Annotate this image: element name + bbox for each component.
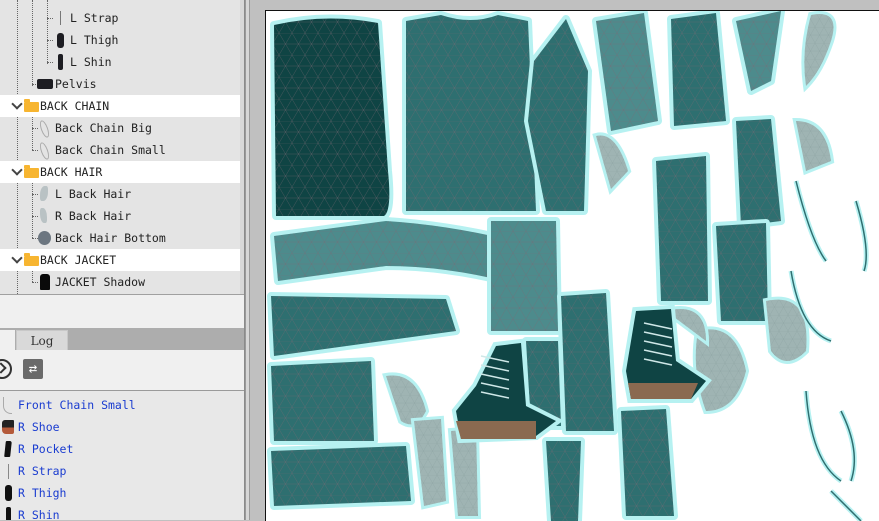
list-item-label: Front Chain Small: [18, 398, 136, 412]
pants-front-wireframe: [561, 293, 614, 431]
tab-parts[interactable]: [0, 330, 15, 350]
list-item-label: R Shin: [18, 508, 60, 520]
tree-folder-back-hair[interactable]: BACK HAIR: [0, 161, 244, 183]
folder-icon: [24, 165, 39, 178]
tree-folder-label: BACK HAIR: [40, 165, 103, 179]
tree-item-label: JACKET Shadow: [55, 275, 146, 289]
texture-viewport[interactable]: [250, 0, 879, 521]
cuff-piece-wireframe: [716, 223, 768, 321]
tab-log[interactable]: Log: [16, 330, 68, 351]
list-item-r-strap[interactable]: R Strap: [0, 460, 244, 482]
tree-item-back-hair-bottom[interactable]: Back Hair Bottom: [0, 227, 244, 249]
strip-bottom-wireframe: [546, 441, 581, 521]
pocket-flap-wireframe: [491, 221, 558, 331]
tree-item-l-thigh[interactable]: L Thigh: [0, 29, 244, 51]
swap-button[interactable]: ⇄: [23, 359, 43, 379]
hair-bottom-thumbnail-icon: [38, 231, 51, 245]
tree-item-label: Back Hair Bottom: [55, 231, 166, 245]
parts-list: Front Chain Small R Shoe R Pocket R Stra…: [0, 391, 244, 520]
tree-item-back-chain-big[interactable]: Back Chain Big: [0, 117, 244, 139]
tree-item-label: Back Chain Big: [55, 121, 152, 135]
folder-icon: [24, 253, 39, 266]
hair-thumbnail-icon: [40, 208, 47, 223]
swap-arrows-icon: ⇄: [28, 361, 38, 377]
shoe-left-sole: [456, 421, 536, 439]
tree-folder-label: BACK CHAIN: [40, 99, 110, 113]
left-panel: L Strap L Thigh L Shin Pelvis BACK CHAIN: [0, 0, 245, 520]
list-item-r-thigh[interactable]: R Thigh: [0, 482, 244, 504]
list-item-label: R Thigh: [18, 486, 67, 500]
list-item-label: R Pocket: [18, 442, 74, 456]
panel-tab-bar: Log: [0, 328, 244, 351]
folder-icon: [24, 99, 39, 112]
list-item-front-chain-small[interactable]: Front Chain Small: [0, 394, 244, 416]
play-circle-icon[interactable]: [0, 359, 12, 379]
tree-scrollbar[interactable]: [240, 0, 244, 294]
chain-thumbnail-icon: [38, 141, 51, 161]
tree-folder-back-jacket[interactable]: BACK JACKET: [0, 249, 244, 271]
texture-atlas-canvas[interactable]: [265, 10, 879, 521]
tree-item-l-shin[interactable]: L Shin: [0, 51, 244, 73]
chevron-down-icon[interactable]: [11, 98, 23, 110]
thigh-thumbnail-icon: [5, 485, 12, 501]
tree-item-label: L Back Hair: [55, 187, 132, 201]
chevron-down-icon[interactable]: [11, 164, 23, 176]
tree-item-label: R Back Hair: [55, 209, 132, 223]
list-item-label: R Shoe: [18, 420, 60, 434]
tree-item-r-back-hair[interactable]: R Back Hair: [0, 205, 244, 227]
tree-item-label: Pelvis: [55, 77, 97, 91]
tree-item-label: L Thigh: [70, 33, 119, 47]
tree-folder-label: BACK JACKET: [40, 253, 117, 267]
shin-thumbnail-icon: [6, 507, 11, 520]
chevron-down-icon[interactable]: [11, 252, 23, 264]
chain-curve-outline: [803, 390, 843, 484]
tree-item-back-chain-small[interactable]: Back Chain Small: [0, 139, 244, 161]
tree-item-pelvis[interactable]: Pelvis: [0, 73, 244, 95]
tree-folder-back-chain[interactable]: BACK CHAIN: [0, 95, 244, 117]
jacket-shadow-thumbnail-icon: [40, 274, 50, 290]
left-sleeve-wireframe: [656, 156, 708, 301]
chain-thumbnail-icon: [38, 119, 51, 139]
list-item-r-pocket[interactable]: R Pocket: [0, 438, 244, 460]
panel-spacer: [0, 295, 244, 328]
chain-curve: [830, 490, 862, 521]
list-item-r-shoe[interactable]: R Shoe: [0, 416, 244, 438]
tree-item-jacket-shadow[interactable]: JACKET Shadow: [0, 271, 244, 293]
bottom-panel-1-wireframe: [271, 361, 374, 441]
chain-thumbnail-icon: [3, 397, 12, 414]
strap-thumbnail-icon: [8, 464, 9, 479]
shoe-thumbnail-icon: [2, 420, 14, 434]
jacket-back-panel-wireframe: [274, 18, 390, 216]
strap-thumbnail-icon: [60, 11, 61, 25]
chain-curve-outline: [838, 409, 857, 482]
chain-curve-outline: [793, 180, 829, 263]
layer-hierarchy-tree: L Strap L Thigh L Shin Pelvis BACK CHAIN: [0, 0, 244, 295]
shin-thumbnail-icon: [58, 54, 63, 70]
tree-item-l-strap[interactable]: L Strap: [0, 7, 244, 29]
pelvis-thumbnail-icon: [37, 79, 53, 89]
pocket-thumbnail-icon: [4, 441, 12, 457]
jacket-front-panel-wireframe: [406, 15, 536, 211]
list-item-r-shin[interactable]: R Shin: [0, 504, 244, 520]
tree-item-l-back-hair[interactable]: L Back Hair: [0, 183, 244, 205]
uv-atlas-svg: [267, 11, 869, 521]
bottom-panel-2-wireframe: [271, 446, 411, 506]
thigh-thumbnail-icon: [57, 33, 64, 48]
shoe-right-sole: [628, 383, 698, 399]
tree-item-label: Back Chain Small: [55, 143, 166, 157]
parts-toolbar: ⇄: [0, 350, 244, 391]
list-item-label: R Strap: [18, 464, 67, 478]
hair-thumbnail-icon: [40, 186, 48, 201]
tree-item-label: L Strap: [70, 11, 119, 25]
pants-back-wireframe: [621, 409, 674, 516]
tree-item-label: L Shin: [70, 55, 112, 69]
